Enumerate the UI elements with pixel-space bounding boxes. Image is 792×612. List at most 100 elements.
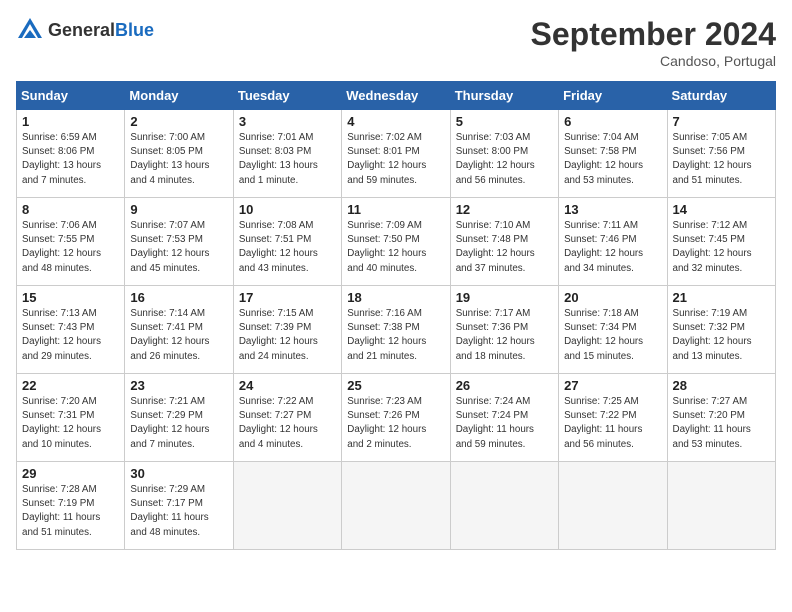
day-cell: 5 Sunrise: 7:03 AM Sunset: 8:00 PM Daylig…	[450, 110, 558, 198]
day-detail: Sunrise: 7:10 AM Sunset: 7:48 PM Dayligh…	[456, 219, 553, 276]
week-row-2: 8 Sunrise: 7:06 AM Sunset: 7:55 PM Daylig…	[17, 198, 776, 286]
day-detail: Sunrise: 7:02 AM Sunset: 8:01 PM Dayligh…	[347, 131, 444, 188]
day-detail: Sunrise: 7:01 AM Sunset: 8:03 PM Dayligh…	[239, 131, 336, 188]
day-detail: Sunrise: 6:59 AM Sunset: 8:06 PM Dayligh…	[22, 131, 119, 188]
week-row-5: 29 Sunrise: 7:28 AM Sunset: 7:19 PM Dayli…	[17, 462, 776, 550]
day-cell: 19 Sunrise: 7:17 AM Sunset: 7:36 PM Dayli…	[450, 286, 558, 374]
logo-general: General	[48, 20, 115, 40]
day-number: 20	[564, 290, 661, 305]
day-number: 23	[130, 378, 227, 393]
day-cell: 23 Sunrise: 7:21 AM Sunset: 7:29 PM Dayli…	[125, 374, 233, 462]
day-number: 2	[130, 114, 227, 129]
weekday-header-sunday: Sunday	[17, 82, 125, 110]
calendar-table: SundayMondayTuesdayWednesdayThursdayFrid…	[16, 81, 776, 550]
day-number: 10	[239, 202, 336, 217]
day-cell	[342, 462, 450, 550]
day-detail: Sunrise: 7:21 AM Sunset: 7:29 PM Dayligh…	[130, 395, 227, 452]
logo-icon	[16, 16, 44, 44]
day-number: 21	[673, 290, 770, 305]
day-cell	[559, 462, 667, 550]
day-number: 6	[564, 114, 661, 129]
day-detail: Sunrise: 7:28 AM Sunset: 7:19 PM Dayligh…	[22, 483, 119, 540]
day-number: 18	[347, 290, 444, 305]
day-cell: 20 Sunrise: 7:18 AM Sunset: 7:34 PM Dayli…	[559, 286, 667, 374]
title-block: September 2024 Candoso, Portugal	[531, 16, 776, 69]
month-title: September 2024	[531, 16, 776, 53]
week-row-1: 1 Sunrise: 6:59 AM Sunset: 8:06 PM Daylig…	[17, 110, 776, 198]
day-number: 22	[22, 378, 119, 393]
day-number: 28	[673, 378, 770, 393]
day-number: 27	[564, 378, 661, 393]
day-cell: 4Sunrise: 7:02 AM Sunset: 8:01 PM Daylig…	[342, 110, 450, 198]
day-detail: Sunrise: 7:29 AM Sunset: 7:17 PM Dayligh…	[130, 483, 227, 540]
day-cell: 12 Sunrise: 7:10 AM Sunset: 7:48 PM Dayli…	[450, 198, 558, 286]
day-number: 24	[239, 378, 336, 393]
day-detail: Sunrise: 7:08 AM Sunset: 7:51 PM Dayligh…	[239, 219, 336, 276]
logo-text: GeneralBlue	[48, 20, 154, 41]
logo: GeneralBlue	[16, 16, 154, 44]
day-cell: 1 Sunrise: 6:59 AM Sunset: 8:06 PM Daylig…	[17, 110, 125, 198]
week-row-3: 15 Sunrise: 7:13 AM Sunset: 7:43 PM Dayli…	[17, 286, 776, 374]
page-header: GeneralBlue September 2024 Candoso, Port…	[16, 16, 776, 69]
day-number: 5	[456, 114, 553, 129]
location: Candoso, Portugal	[531, 53, 776, 69]
day-cell: 10 Sunrise: 7:08 AM Sunset: 7:51 PM Dayli…	[233, 198, 341, 286]
day-detail: Sunrise: 7:13 AM Sunset: 7:43 PM Dayligh…	[22, 307, 119, 364]
day-cell: 30 Sunrise: 7:29 AM Sunset: 7:17 PM Dayli…	[125, 462, 233, 550]
day-cell	[450, 462, 558, 550]
day-cell: 15 Sunrise: 7:13 AM Sunset: 7:43 PM Dayli…	[17, 286, 125, 374]
day-cell: 17Sunrise: 7:15 AM Sunset: 7:39 PM Dayli…	[233, 286, 341, 374]
day-number: 13	[564, 202, 661, 217]
day-detail: Sunrise: 7:00 AM Sunset: 8:05 PM Dayligh…	[130, 131, 227, 188]
logo-blue: Blue	[115, 20, 154, 40]
day-cell	[667, 462, 775, 550]
day-cell: 21 Sunrise: 7:19 AM Sunset: 7:32 PM Dayli…	[667, 286, 775, 374]
day-cell: 13 Sunrise: 7:11 AM Sunset: 7:46 PM Dayli…	[559, 198, 667, 286]
day-detail: Sunrise: 7:19 AM Sunset: 7:32 PM Dayligh…	[673, 307, 770, 364]
day-detail: Sunrise: 7:15 AM Sunset: 7:39 PM Dayligh…	[239, 307, 336, 364]
day-detail: Sunrise: 7:12 AM Sunset: 7:45 PM Dayligh…	[673, 219, 770, 276]
weekday-header-monday: Monday	[125, 82, 233, 110]
day-detail: Sunrise: 7:09 AM Sunset: 7:50 PM Dayligh…	[347, 219, 444, 276]
day-number: 29	[22, 466, 119, 481]
day-cell: 11 Sunrise: 7:09 AM Sunset: 7:50 PM Dayli…	[342, 198, 450, 286]
day-cell: 26Sunrise: 7:24 AM Sunset: 7:24 PM Dayli…	[450, 374, 558, 462]
day-detail: Sunrise: 7:20 AM Sunset: 7:31 PM Dayligh…	[22, 395, 119, 452]
day-detail: Sunrise: 7:18 AM Sunset: 7:34 PM Dayligh…	[564, 307, 661, 364]
day-detail: Sunrise: 7:03 AM Sunset: 8:00 PM Dayligh…	[456, 131, 553, 188]
day-detail: Sunrise: 7:23 AM Sunset: 7:26 PM Dayligh…	[347, 395, 444, 452]
day-number: 12	[456, 202, 553, 217]
weekday-header-row: SundayMondayTuesdayWednesdayThursdayFrid…	[17, 82, 776, 110]
day-detail: Sunrise: 7:14 AM Sunset: 7:41 PM Dayligh…	[130, 307, 227, 364]
day-cell: 9Sunrise: 7:07 AM Sunset: 7:53 PM Daylig…	[125, 198, 233, 286]
day-number: 9	[130, 202, 227, 217]
day-number: 30	[130, 466, 227, 481]
day-number: 19	[456, 290, 553, 305]
day-cell: 16 Sunrise: 7:14 AM Sunset: 7:41 PM Dayli…	[125, 286, 233, 374]
day-detail: Sunrise: 7:06 AM Sunset: 7:55 PM Dayligh…	[22, 219, 119, 276]
day-cell: 7Sunrise: 7:05 AM Sunset: 7:56 PM Daylig…	[667, 110, 775, 198]
day-cell: 18 Sunrise: 7:16 AM Sunset: 7:38 PM Dayli…	[342, 286, 450, 374]
day-cell: 2 Sunrise: 7:00 AM Sunset: 8:05 PM Daylig…	[125, 110, 233, 198]
day-number: 11	[347, 202, 444, 217]
day-number: 26	[456, 378, 553, 393]
day-number: 15	[22, 290, 119, 305]
day-number: 1	[22, 114, 119, 129]
weekday-header-friday: Friday	[559, 82, 667, 110]
day-detail: Sunrise: 7:16 AM Sunset: 7:38 PM Dayligh…	[347, 307, 444, 364]
day-detail: Sunrise: 7:27 AM Sunset: 7:20 PM Dayligh…	[673, 395, 770, 452]
day-cell: 8 Sunrise: 7:06 AM Sunset: 7:55 PM Daylig…	[17, 198, 125, 286]
day-cell: 3 Sunrise: 7:01 AM Sunset: 8:03 PM Daylig…	[233, 110, 341, 198]
day-detail: Sunrise: 7:11 AM Sunset: 7:46 PM Dayligh…	[564, 219, 661, 276]
day-cell: 6Sunrise: 7:04 AM Sunset: 7:58 PM Daylig…	[559, 110, 667, 198]
weekday-header-thursday: Thursday	[450, 82, 558, 110]
day-cell: 25Sunrise: 7:23 AM Sunset: 7:26 PM Dayli…	[342, 374, 450, 462]
day-cell	[233, 462, 341, 550]
day-cell: 22 Sunrise: 7:20 AM Sunset: 7:31 PM Dayli…	[17, 374, 125, 462]
day-detail: Sunrise: 7:17 AM Sunset: 7:36 PM Dayligh…	[456, 307, 553, 364]
day-number: 8	[22, 202, 119, 217]
weekday-header-saturday: Saturday	[667, 82, 775, 110]
day-number: 14	[673, 202, 770, 217]
day-number: 16	[130, 290, 227, 305]
day-number: 3	[239, 114, 336, 129]
